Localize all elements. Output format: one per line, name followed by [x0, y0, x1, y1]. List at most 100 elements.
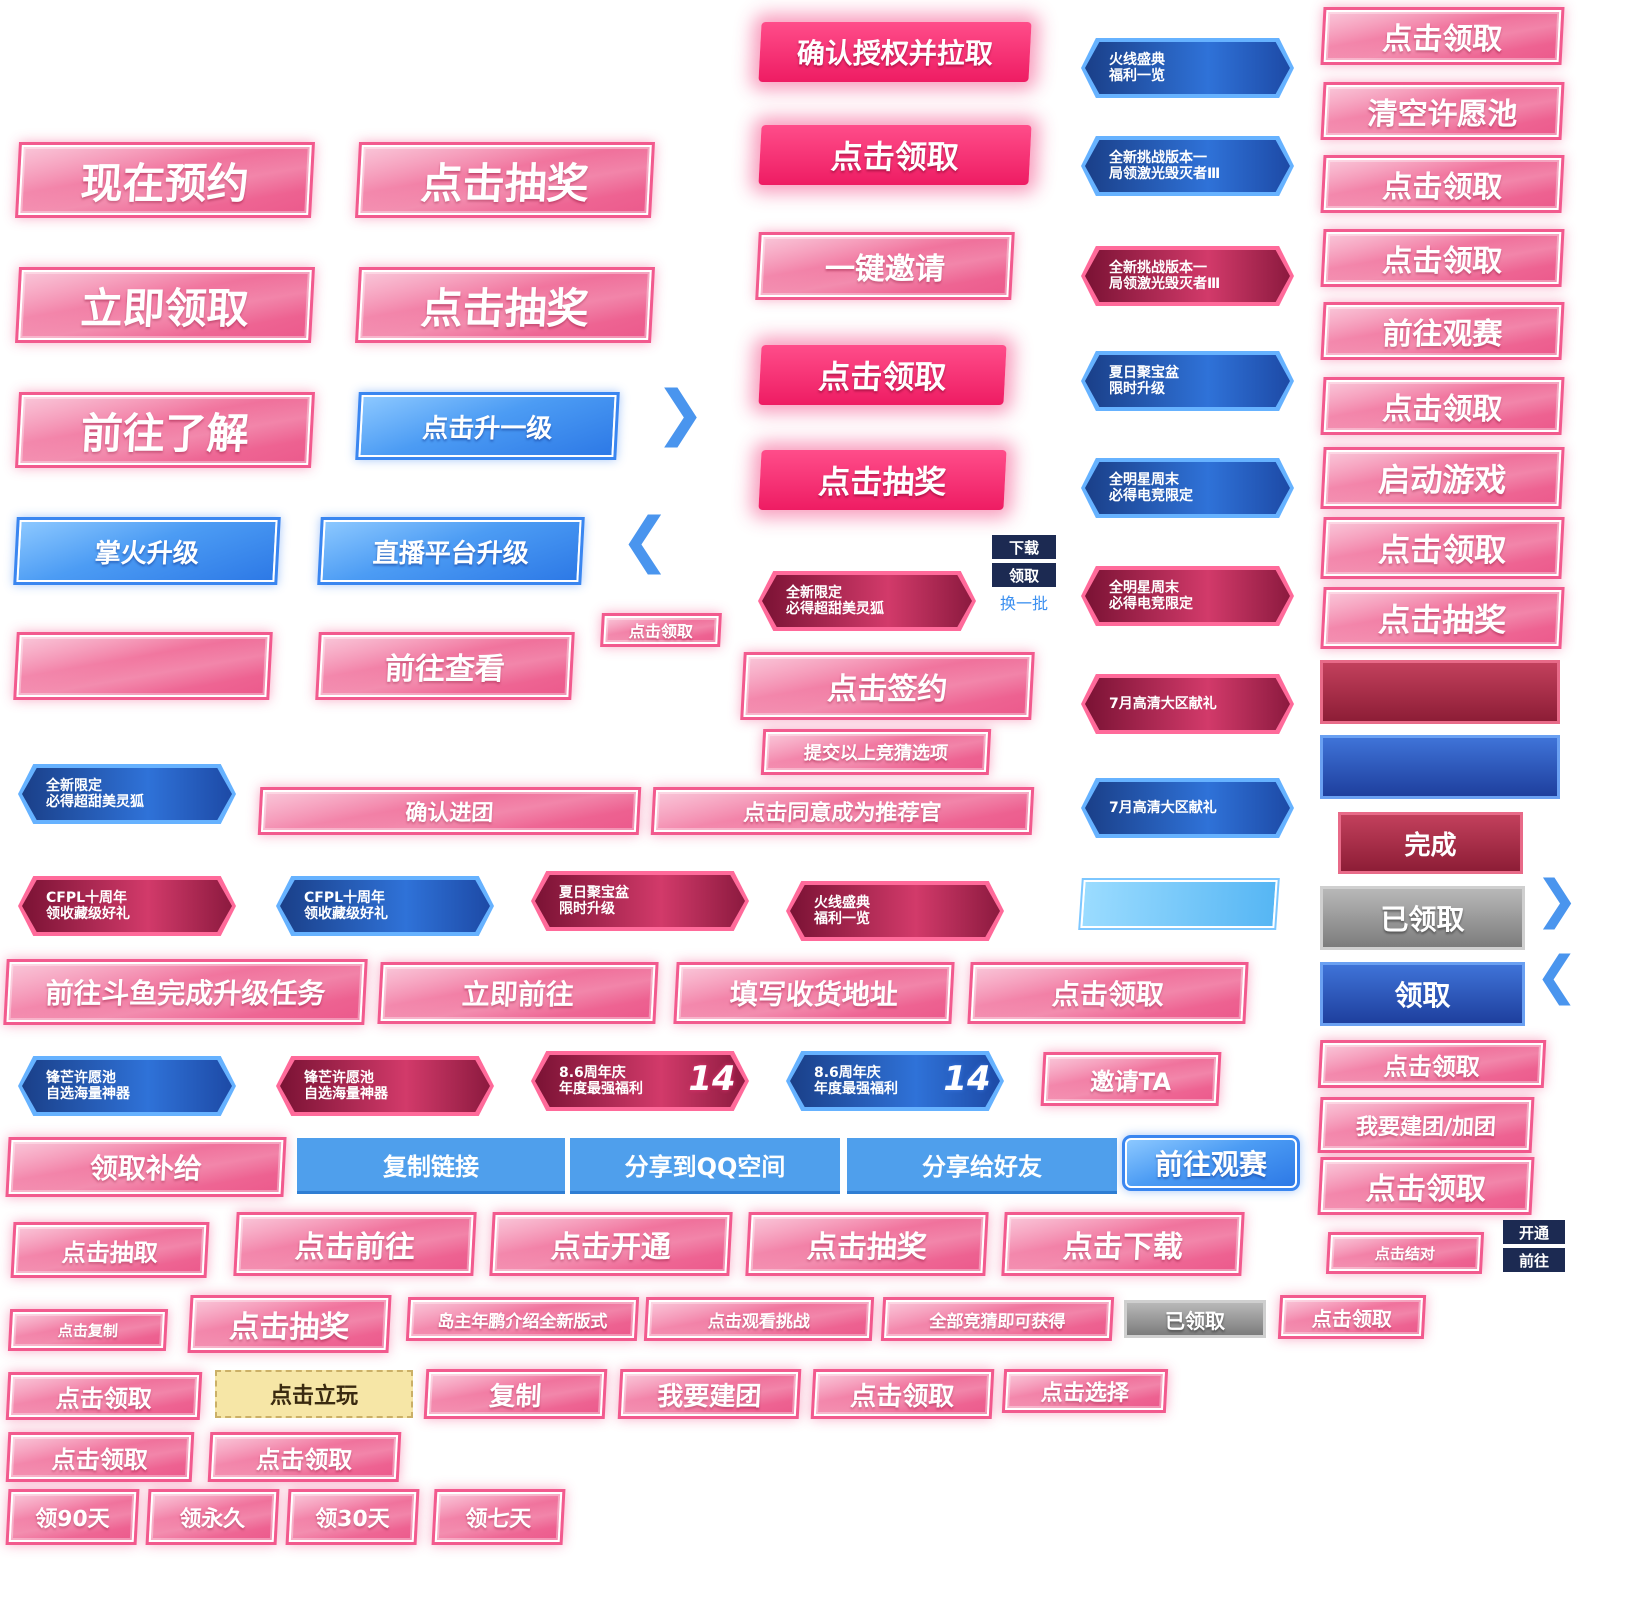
claim-button[interactable]: 点击领取: [1320, 155, 1565, 213]
zhanghuo-upgrade-button[interactable]: 掌火升级: [13, 517, 281, 585]
create-join-group-button[interactable]: 我要建团/加团: [1317, 1097, 1535, 1153]
launch-game-button[interactable]: 启动游戏: [1320, 447, 1565, 509]
claim-button[interactable]: 点击领取: [5, 1372, 203, 1420]
draw-button[interactable]: 点击抽奖: [187, 1295, 392, 1353]
blank-pink-button[interactable]: [13, 632, 273, 700]
go-button[interactable]: 前往: [1503, 1248, 1565, 1272]
share-qzone-button[interactable]: 分享到QQ空间: [570, 1138, 840, 1194]
one-click-invite-button[interactable]: 一键邀请: [755, 232, 1015, 300]
claim-button[interactable]: 点击领取: [1320, 229, 1565, 287]
event-badge[interactable]: 夏日聚宝盆 限时升级: [535, 875, 745, 927]
event-badge[interactable]: 夏日聚宝盆 限时升级: [1085, 355, 1290, 407]
claimed-button: 已领取: [1320, 886, 1525, 950]
copy-button[interactable]: 复制: [423, 1369, 608, 1419]
draw-button[interactable]: 点击抽奖: [1320, 587, 1565, 649]
claim-permanent-button[interactable]: 领永久: [145, 1489, 280, 1545]
douyu-upgrade-task-button[interactable]: 前往斗鱼完成升级任务: [3, 959, 368, 1025]
download-button[interactable]: 点击下载: [1001, 1212, 1245, 1276]
claim-button[interactable]: 点击领取: [1317, 1040, 1547, 1088]
learn-more-button[interactable]: 前往了解: [15, 392, 315, 468]
draw-button[interactable]: 点击抽奖: [355, 142, 655, 218]
download-button[interactable]: 下载: [992, 535, 1056, 559]
reserve-now-button[interactable]: 现在预约: [15, 142, 315, 218]
event-badge[interactable]: 锋芒许愿池 自选海量神器: [280, 1060, 490, 1112]
live-platform-upgrade-button[interactable]: 直播平台升级: [317, 517, 585, 585]
clear-wish-pool-button[interactable]: 清空许愿池: [1320, 82, 1565, 140]
blue-ribbon-bar: [1078, 878, 1280, 930]
go-button[interactable]: 点击前往: [233, 1212, 477, 1276]
claim-button[interactable]: 点击领取: [1320, 7, 1565, 65]
claim-button[interactable]: 点击领取: [5, 1432, 195, 1482]
agree-recommender-button[interactable]: 点击同意成为推荐官: [650, 787, 1035, 835]
anniversary-14-icon: 14: [688, 1059, 736, 1099]
sign-button[interactable]: 点击签约: [740, 652, 1035, 720]
claim-button[interactable]: 点击领取: [810, 1369, 995, 1419]
watch-challenge-button[interactable]: 点击观看挑战: [643, 1297, 875, 1341]
submit-guess-button[interactable]: 提交以上竞猜选项: [760, 729, 992, 775]
event-badge[interactable]: CFPL十周年 领收藏级好礼: [22, 880, 232, 932]
claim-button[interactable]: 点击领取: [1320, 517, 1565, 579]
claim-button[interactable]: 点击领取: [1317, 1157, 1535, 1215]
create-group-button[interactable]: 我要建团: [617, 1369, 802, 1419]
claim-90-days-button[interactable]: 领90天: [5, 1489, 140, 1545]
activate-button[interactable]: 开通: [1503, 1220, 1565, 1244]
upgrade-one-level-button[interactable]: 点击升一级: [355, 392, 620, 460]
chevron-left-icon[interactable]: ❮: [1535, 946, 1579, 1006]
event-badge[interactable]: 锋芒许愿池 自选海量神器: [22, 1060, 232, 1112]
event-badge[interactable]: 全新挑战版本一 局领激光毁灭者Ⅲ: [1085, 140, 1290, 192]
small-claim-button[interactable]: 点击领取: [600, 613, 722, 647]
event-badge[interactable]: 全新挑战版本一 局领激光毁灭者Ⅲ: [1085, 250, 1290, 302]
watch-match-button[interactable]: 前往观赛: [1320, 302, 1565, 360]
chevron-right-icon[interactable]: ❯: [1535, 870, 1579, 930]
done-button[interactable]: 完成: [1338, 812, 1523, 874]
draw-button[interactable]: 点击抽奖: [758, 450, 1007, 510]
draw-extract-button[interactable]: 点击抽取: [10, 1222, 210, 1278]
claimed-button: 已领取: [1124, 1300, 1266, 1338]
island-intro-button[interactable]: 岛主年鹏介绍全新版式: [405, 1297, 640, 1341]
confirm-authorize-button[interactable]: 确认授权并拉取: [758, 22, 1032, 82]
event-badge[interactable]: 火线盛典 福利一览: [1085, 42, 1290, 94]
activate-button[interactable]: 点击开通: [489, 1212, 733, 1276]
guess-reward-button[interactable]: 全部竞猜即可获得: [880, 1297, 1115, 1341]
event-badge[interactable]: 7月高清大区献礼: [1085, 782, 1290, 834]
copy-link-button[interactable]: 复制链接: [297, 1138, 565, 1194]
invite-ta-button[interactable]: 邀请TA: [1040, 1052, 1222, 1106]
event-badge[interactable]: 全新限定 必得超甜美灵狐: [22, 768, 232, 820]
claim-button[interactable]: 点击领取: [207, 1432, 402, 1482]
confirm-join-group-button[interactable]: 确认进团: [257, 787, 642, 835]
chevron-right-icon[interactable]: ❯: [655, 378, 705, 448]
go-now-button[interactable]: 立即前往: [377, 962, 659, 1024]
event-badge[interactable]: 全明星周末 必得电竞限定: [1085, 462, 1290, 514]
draw-button[interactable]: 点击抽奖: [745, 1212, 989, 1276]
share-friend-button[interactable]: 分享给好友: [847, 1138, 1117, 1194]
event-badge[interactable]: CFPL十周年 领收藏级好礼: [280, 880, 490, 932]
watch-match-button[interactable]: 前往观赛: [1122, 1135, 1300, 1191]
anniversary-14-icon: 14: [943, 1059, 991, 1099]
claim-supply-button[interactable]: 领取补给: [5, 1137, 287, 1197]
event-badge[interactable]: 火线盛典 福利一览: [790, 885, 1000, 937]
select-button[interactable]: 点击选择: [1001, 1369, 1169, 1413]
copy-button[interactable]: 点击复制: [8, 1309, 168, 1351]
draw-button[interactable]: 点击抽奖: [355, 267, 655, 343]
event-badge[interactable]: 7月高清大区献礼: [1085, 678, 1290, 730]
play-now-button[interactable]: 点击立玩: [215, 1370, 413, 1418]
receive-button[interactable]: 领取: [1320, 962, 1525, 1026]
claim-button[interactable]: 点击领取: [758, 345, 1007, 405]
claim-now-button[interactable]: 立即领取: [15, 267, 315, 343]
refresh-batch-link[interactable]: 换一批: [986, 590, 1062, 614]
claim-button[interactable]: 点击领取: [1320, 377, 1565, 435]
receive-button[interactable]: 领取: [992, 563, 1056, 587]
claim-button[interactable]: 点击领取: [1277, 1295, 1427, 1339]
chevron-left-icon[interactable]: ❮: [620, 505, 670, 575]
claim-30-days-button[interactable]: 领30天: [285, 1489, 420, 1545]
claim-button[interactable]: 点击领取: [758, 125, 1032, 185]
event-badge[interactable]: 全新限定 必得超甜美灵狐: [762, 575, 972, 627]
fill-address-button[interactable]: 填写收货地址: [673, 962, 955, 1024]
claim-7-days-button[interactable]: 领七天: [431, 1489, 566, 1545]
go-view-button[interactable]: 前往查看: [315, 632, 575, 700]
blank-blue-button[interactable]: [1320, 735, 1560, 799]
event-badge[interactable]: 全明星周末 必得电竞限定: [1085, 570, 1290, 622]
claim-button[interactable]: 点击领取: [967, 962, 1249, 1024]
blank-red-button[interactable]: [1320, 660, 1560, 724]
pair-button[interactable]: 点击结对: [1326, 1232, 1484, 1274]
